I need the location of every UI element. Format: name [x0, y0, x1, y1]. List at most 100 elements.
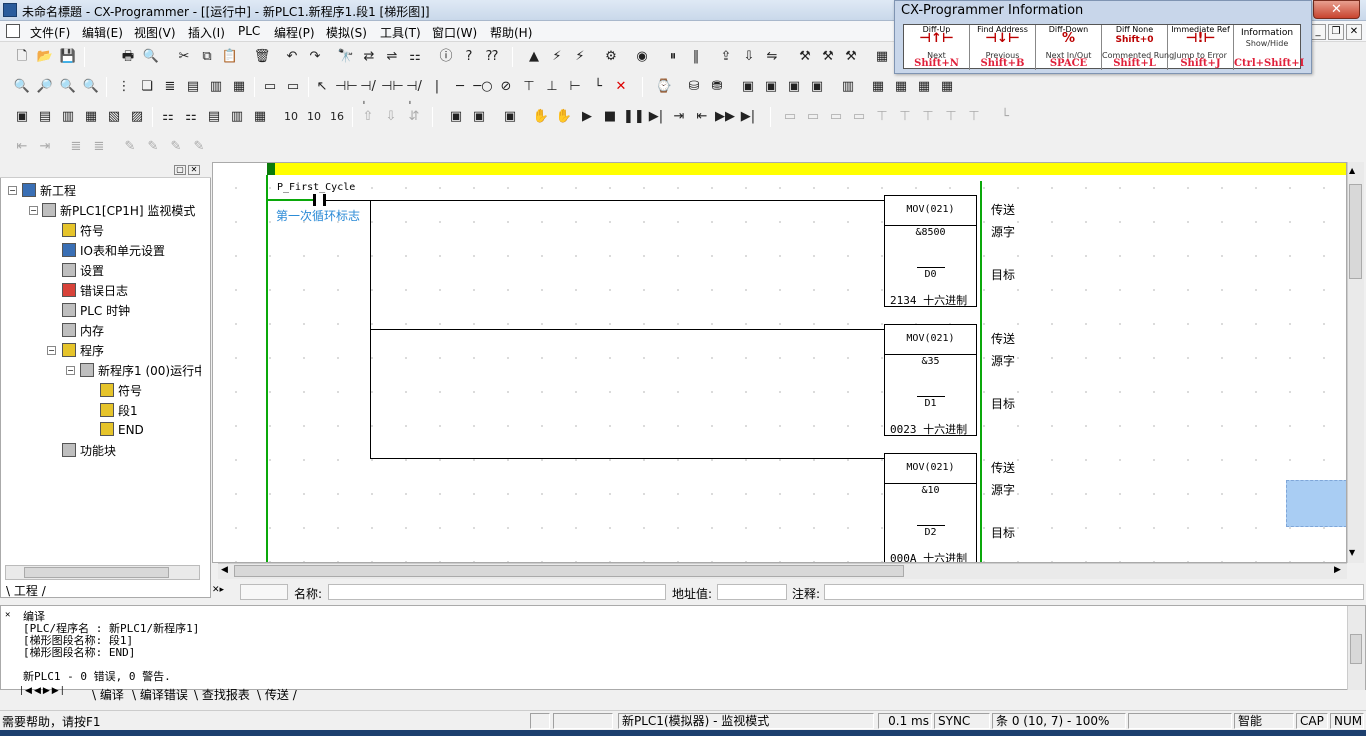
bookmark-clear-icon[interactable]: ✎: [189, 137, 209, 157]
fb-icon-9[interactable]: ⊤: [964, 107, 984, 127]
contact-or-nc-icon[interactable]: ⊣/⊢: [404, 77, 424, 114]
monitor-pause-icon[interactable]: ⏸: [663, 47, 683, 67]
tree-item-project[interactable]: 新工程: [22, 182, 76, 200]
output-nav-buttons[interactable]: |◀◀▶▶|: [20, 686, 90, 702]
contact-nc-icon[interactable]: ⊣/⊢: [358, 77, 378, 114]
symbol-table-icon[interactable]: ▭: [260, 77, 280, 97]
online-icon[interactable]: ▲: [524, 47, 544, 67]
coil-icon[interactable]: ─○: [473, 77, 493, 97]
zoom-in-icon[interactable]: 🔎: [35, 77, 55, 97]
toggle-monitor-icon[interactable]: ⚙: [601, 47, 621, 67]
ladder-diagram[interactable]: P_First_Cycle 第一次循环标志 MOV(021) &8500 D0 …: [212, 162, 1347, 563]
zoom-fit-icon[interactable]: 🔍: [81, 77, 101, 97]
tree-item-program-symbols[interactable]: 符号: [100, 382, 142, 400]
mode-run-icon[interactable]: ▦: [872, 47, 892, 67]
sim-scan-icon[interactable]: ▶|: [738, 107, 758, 127]
online-edit-rungs-icon[interactable]: ▦: [937, 77, 957, 97]
sim-run-icon[interactable]: ▶: [577, 107, 597, 127]
scroll-right-icon[interactable]: ▶: [1334, 565, 1341, 575]
coil-nc-icon[interactable]: ⊘: [496, 77, 516, 97]
comment-field[interactable]: [824, 584, 1364, 600]
name-field[interactable]: [328, 584, 666, 600]
watch-window-icon[interactable]: ▥: [58, 107, 78, 127]
mode-debug-icon[interactable]: ⚒: [818, 47, 838, 67]
tab-project[interactable]: \ 工程 /: [6, 582, 46, 599]
sim-step-icon[interactable]: ✋: [554, 107, 574, 127]
menu-tools[interactable]: 工具(T): [380, 24, 421, 41]
rung-annotations-icon[interactable]: ▤: [183, 77, 203, 97]
sim-step-out-icon[interactable]: ⇤: [692, 107, 712, 127]
tree-item-plc[interactable]: 新PLC1[CP1H] 监视模式: [42, 202, 195, 220]
mode-monitor-icon[interactable]: ⚒: [841, 47, 861, 67]
time-chart-icon[interactable]: ▣: [469, 107, 489, 127]
context-help-icon[interactable]: ⁇: [482, 47, 502, 67]
online-edit-transfer-icon[interactable]: ▦: [868, 77, 888, 97]
force-cancel-icon[interactable]: ▣: [784, 77, 804, 97]
mov-instruction-1[interactable]: MOV(021) &8500 D0 2134 十六进制: [884, 195, 977, 307]
tree-item-memory[interactable]: 内存: [62, 322, 104, 340]
project-workspace-icon[interactable]: ▣: [12, 107, 32, 127]
scroll-thumb[interactable]: [1349, 184, 1362, 279]
print-preview-icon[interactable]: 🔍: [141, 47, 161, 67]
copy-icon[interactable]: ⧉: [197, 47, 217, 67]
contact-or-no-icon[interactable]: ⊣⊢: [381, 77, 404, 97]
open-folder-icon[interactable]: 📂: [35, 47, 55, 67]
verify-icon[interactable]: ⇵: [404, 107, 424, 127]
tree-item-plc-clock[interactable]: PLC 时钟: [62, 302, 130, 320]
save-icon[interactable]: 💾: [58, 47, 78, 67]
tree-item-settings[interactable]: 设置: [62, 262, 104, 280]
online-edit-end-icon[interactable]: ▦: [914, 77, 934, 97]
fb-icon-10[interactable]: └: [995, 107, 1015, 127]
fb-icon-4[interactable]: ▭: [849, 107, 869, 127]
sim-hand-icon[interactable]: ✋: [531, 107, 551, 127]
ct-icon[interactable]: ▭: [283, 77, 303, 97]
auto-online-icon[interactable]: ⚡: [547, 47, 567, 67]
tree-expander[interactable]: −: [47, 346, 56, 355]
document-icon[interactable]: [6, 24, 20, 38]
set-icon[interactable]: ▣: [807, 77, 827, 97]
redo-icon[interactable]: ↷: [305, 47, 325, 67]
menu-help[interactable]: 帮助(H): [490, 24, 532, 41]
uncomment-line-icon[interactable]: ≣: [89, 137, 109, 157]
st-view-icon[interactable]: ▦: [250, 107, 270, 127]
paste-icon[interactable]: 📋: [220, 47, 240, 67]
ladder-hscrollbar[interactable]: ◀ ▶: [218, 563, 1347, 579]
indent-icon[interactable]: ⇤: [12, 137, 32, 157]
online-edit-cancel-icon[interactable]: ▦: [891, 77, 911, 97]
fb-icon-6[interactable]: ⊤: [895, 107, 915, 127]
bit-test-icon[interactable]: ⊤: [519, 77, 539, 97]
monitor-in-hex-icon[interactable]: ▥: [206, 77, 226, 97]
mdi-restore-button[interactable]: ❐: [1328, 24, 1344, 40]
transfer-to-plc-icon[interactable]: ⇪: [716, 47, 736, 67]
compare-icon[interactable]: ⇋: [762, 47, 782, 67]
scroll-thumb[interactable]: [234, 565, 904, 577]
cross-ref-window-icon[interactable]: ▦: [81, 107, 101, 127]
tree-item-error-log[interactable]: 错误日志: [62, 282, 128, 300]
scroll-down-icon[interactable]: ▼: [1349, 548, 1355, 557]
tree-item-section1[interactable]: 段1: [100, 402, 138, 420]
show-bar-icon[interactable]: ▦: [229, 77, 249, 97]
monitor-10-icon[interactable]: 10: [281, 107, 301, 127]
list-icon[interactable]: ≣: [160, 77, 180, 97]
fb-icon-5[interactable]: ⊤: [872, 107, 892, 127]
mnemonic-view-icon[interactable]: ▤: [204, 107, 224, 127]
output-window-icon[interactable]: ▤: [35, 107, 55, 127]
delete-icon[interactable]: 🗑: [252, 47, 272, 67]
print-icon[interactable]: 🖶: [118, 47, 138, 67]
mov-instruction-3[interactable]: MOV(021) &10 D2 000A 十六进制: [884, 453, 977, 562]
bookmark-next-icon[interactable]: ✎: [143, 137, 163, 157]
mode-program-icon[interactable]: ⚒: [795, 47, 815, 67]
tree-item-program1[interactable]: 新程序1 (00)运行中: [80, 362, 201, 380]
fb-icon-7[interactable]: ⊤: [918, 107, 938, 127]
bit-test-nc-icon[interactable]: ⊥: [542, 77, 562, 97]
comment-line-icon[interactable]: ≣: [66, 137, 86, 157]
tree-item-programs[interactable]: 程序: [62, 342, 104, 360]
monitor-16-icon[interactable]: 16: [327, 107, 347, 127]
help-icon[interactable]: ?: [459, 47, 479, 67]
download-icon[interactable]: ⇧: [358, 107, 378, 127]
monitor-icon[interactable]: ◉: [632, 47, 652, 67]
zoom-out-icon[interactable]: 🔍: [58, 77, 78, 97]
sim-continuous-icon[interactable]: ▶▶: [715, 107, 735, 127]
undo-icon[interactable]: ↶: [282, 47, 302, 67]
bookmark-icon[interactable]: ✎: [120, 137, 140, 157]
